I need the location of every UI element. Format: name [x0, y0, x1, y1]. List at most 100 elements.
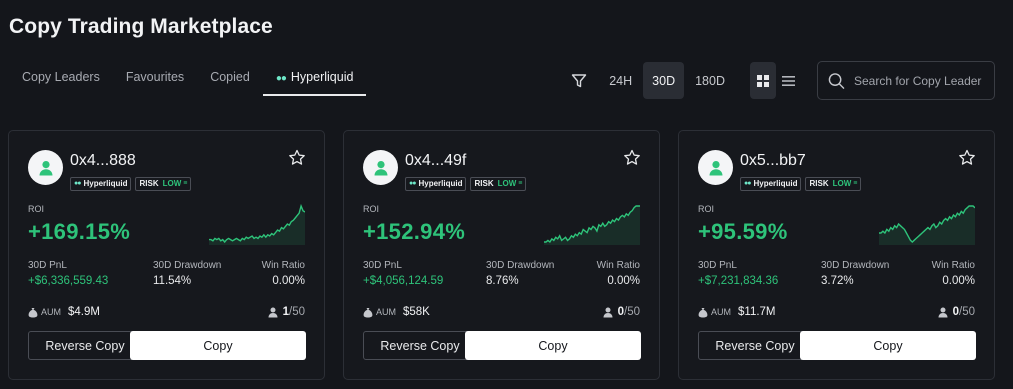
- period-30d-button[interactable]: 30D: [643, 62, 685, 99]
- trader-card[interactable]: 0x5...bb7 ●● Hyperliquid RISK LOW ≡ ROI +95…: [678, 130, 995, 380]
- win-ratio-label: Win Ratio: [931, 260, 975, 271]
- copiers-count: 0/50: [603, 306, 640, 318]
- pnl-label: 30D PnL: [363, 260, 402, 271]
- risk-badge: RISK LOW ≡: [135, 177, 192, 191]
- roi-label: ROI: [698, 204, 715, 214]
- risk-bars-icon: ≡: [518, 180, 523, 187]
- copy-button[interactable]: Copy: [130, 331, 306, 360]
- exchange-badge: ●● Hyperliquid: [740, 177, 802, 191]
- money-bag-icon: [28, 307, 38, 317]
- tab-bar: Copy Leaders Favourites Copied ●● Hyperli…: [9, 62, 367, 96]
- exchange-badge-label: Hyperliquid: [418, 179, 463, 188]
- win-ratio-label: Win Ratio: [596, 260, 640, 271]
- sparkline-area: [209, 206, 305, 245]
- badge-row: ●● Hyperliquid RISK LOW ≡: [740, 177, 862, 191]
- trader-name[interactable]: 0x4...888: [70, 152, 136, 170]
- tab-copied[interactable]: Copied: [197, 62, 263, 94]
- user-icon: [603, 307, 613, 317]
- aum-value: $58K: [403, 306, 430, 318]
- drawdown-value: 3.72%: [821, 275, 854, 287]
- copiers-max: /50: [959, 306, 975, 318]
- money-bag-icon: [363, 307, 373, 317]
- hyperliquid-icon: ●●: [744, 180, 752, 187]
- roi-label: ROI: [28, 204, 45, 214]
- trader-name[interactable]: 0x5...bb7: [740, 152, 806, 170]
- user-icon: [938, 307, 948, 317]
- risk-bars-icon: ≡: [183, 180, 188, 187]
- aum-row: AUM $58K: [363, 306, 430, 318]
- search-icon: [828, 72, 845, 89]
- period-180d-button[interactable]: 180D: [686, 62, 734, 99]
- roi-value: +95.59%: [698, 219, 788, 244]
- roi-value: +169.15%: [28, 219, 131, 244]
- pnl-value: +$4,056,124.59: [363, 275, 444, 287]
- avatar: [363, 150, 398, 185]
- badge-row: ●● Hyperliquid RISK LOW ≡: [405, 177, 527, 191]
- hyperliquid-icon: ●●: [409, 180, 417, 187]
- trader-card[interactable]: 0x4...888 ●● Hyperliquid RISK LOW ≡ ROI +16…: [8, 130, 325, 380]
- risk-badge: RISK LOW ≡: [470, 177, 527, 191]
- copiers-count: 0/50: [938, 306, 975, 318]
- roi-value: +152.94%: [363, 219, 466, 244]
- roi-sparkline: [879, 205, 975, 245]
- risk-badge-label: RISK: [809, 179, 829, 188]
- aum-value: $11.7M: [738, 306, 776, 318]
- exchange-badge-label: Hyperliquid: [83, 179, 128, 188]
- favourite-star-icon[interactable]: [623, 149, 641, 167]
- aum-label: AUM: [41, 307, 61, 317]
- copiers-max: /50: [289, 306, 305, 318]
- drawdown-label: 30D Drawdown: [821, 260, 890, 271]
- roi-sparkline: [544, 205, 640, 245]
- copiers-max: /50: [624, 306, 640, 318]
- reverse-copy-button[interactable]: Reverse Copy: [363, 331, 477, 360]
- tab-copy-leaders[interactable]: Copy Leaders: [9, 62, 113, 94]
- exchange-badge: ●● Hyperliquid: [70, 177, 132, 191]
- risk-level: LOW: [497, 179, 517, 188]
- badge-row: ●● Hyperliquid RISK LOW ≡: [70, 177, 192, 191]
- aum-label: AUM: [376, 307, 396, 317]
- pnl-value: +$6,336,559.43: [28, 275, 109, 287]
- toolbar: 24H 30D 180D: [566, 61, 995, 100]
- grid-view-icon[interactable]: [750, 62, 776, 99]
- trader-card[interactable]: 0x4...49f ●● Hyperliquid RISK LOW ≡ ROI +15…: [343, 130, 660, 380]
- aum-row: AUM $4.9M: [28, 306, 100, 318]
- tab-hyperliquid-label: Hyperliquid: [290, 70, 354, 84]
- aum-row: AUM $11.7M: [698, 306, 776, 318]
- risk-bars-icon: ≡: [853, 180, 858, 187]
- favourite-star-icon[interactable]: [288, 149, 306, 167]
- list-view-icon[interactable]: [776, 62, 801, 99]
- money-bag-icon: [698, 307, 708, 317]
- aum-label: AUM: [711, 307, 731, 317]
- roi-sparkline: [209, 203, 305, 245]
- search-box: [817, 61, 995, 100]
- sparkline-area: [544, 206, 640, 245]
- copiers-count: 1/50: [268, 306, 305, 318]
- exchange-badge-label: Hyperliquid: [753, 179, 798, 188]
- risk-level: LOW: [162, 179, 182, 188]
- risk-badge-label: RISK: [139, 179, 159, 188]
- win-ratio-label: Win Ratio: [261, 260, 305, 271]
- pnl-label: 30D PnL: [698, 260, 737, 271]
- risk-badge: RISK LOW ≡: [805, 177, 862, 191]
- copy-button[interactable]: Copy: [465, 331, 641, 360]
- user-icon: [268, 307, 278, 317]
- period-24h-button[interactable]: 24H: [600, 62, 641, 99]
- aum-value: $4.9M: [68, 306, 100, 318]
- reverse-copy-button[interactable]: Reverse Copy: [698, 331, 812, 360]
- drawdown-value: 11.54%: [153, 275, 192, 287]
- trader-name[interactable]: 0x4...49f: [405, 152, 466, 170]
- reverse-copy-button[interactable]: Reverse Copy: [28, 331, 142, 360]
- pnl-value: +$7,231,834.36: [698, 275, 779, 287]
- page-title: Copy Trading Marketplace: [9, 15, 273, 38]
- filter-icon[interactable]: [566, 68, 592, 94]
- search-input[interactable]: [854, 73, 984, 88]
- risk-badge-label: RISK: [474, 179, 494, 188]
- roi-label: ROI: [363, 204, 380, 214]
- avatar: [698, 150, 733, 185]
- tab-hyperliquid[interactable]: ●● Hyperliquid: [262, 62, 367, 96]
- pnl-label: 30D PnL: [28, 260, 67, 271]
- tab-favourites[interactable]: Favourites: [113, 62, 197, 94]
- copy-button[interactable]: Copy: [800, 331, 976, 360]
- exchange-badge: ●● Hyperliquid: [405, 177, 467, 191]
- favourite-star-icon[interactable]: [958, 149, 976, 167]
